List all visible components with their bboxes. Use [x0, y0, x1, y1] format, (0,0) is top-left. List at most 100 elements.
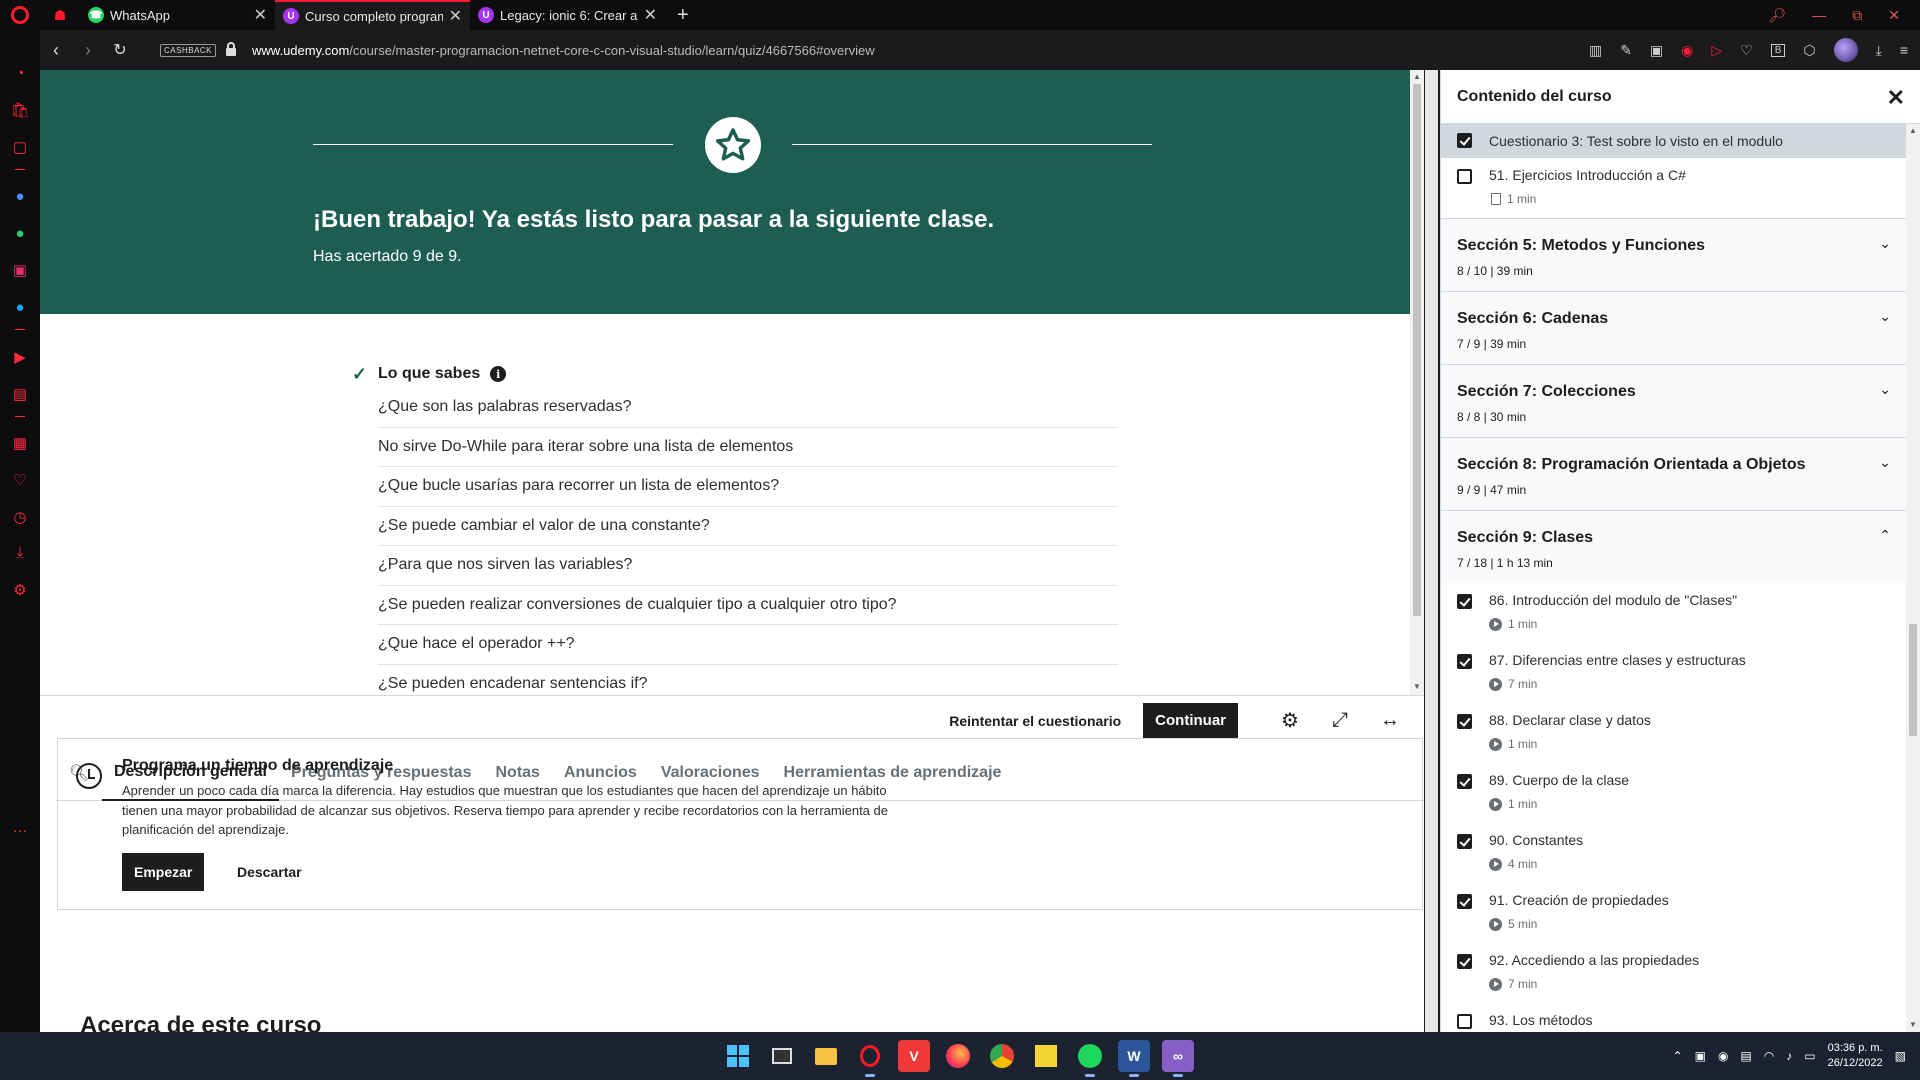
- chevron-down-icon[interactable]: ⌄: [1879, 381, 1891, 398]
- chevron-down-icon[interactable]: ⌄: [1879, 308, 1891, 325]
- easy-setup-icon[interactable]: ≡: [1900, 42, 1908, 58]
- dismiss-button[interactable]: Descartar: [237, 853, 302, 891]
- quiz-scrollbar[interactable]: ▲ ▼: [1410, 70, 1424, 695]
- start-button[interactable]: [722, 1040, 754, 1072]
- question-item[interactable]: ¿Que bucle usarías para recorrer un list…: [378, 467, 1118, 507]
- completion-checkbox[interactable]: [1457, 774, 1472, 789]
- close-tab-icon[interactable]: ✕: [644, 5, 657, 25]
- extension-icon[interactable]: B: [1770, 43, 1786, 57]
- instagram-icon[interactable]: ▣: [11, 261, 29, 279]
- reload-button[interactable]: ↻: [104, 40, 136, 60]
- scroll-down-icon[interactable]: ▼: [1413, 682, 1421, 691]
- sticky-notes-icon[interactable]: [1030, 1040, 1062, 1072]
- lock-icon[interactable]: [226, 42, 237, 56]
- cashback-badge[interactable]: CASHBACK: [160, 43, 217, 57]
- show-hidden-icons-icon[interactable]: ⌃: [1673, 1049, 1683, 1063]
- lecture-item[interactable]: 88. Declarar clase y datos 1 min: [1441, 703, 1907, 763]
- volume-icon[interactable]: ♪: [1786, 1049, 1792, 1063]
- close-icon[interactable]: ✕: [1887, 85, 1905, 111]
- word-icon[interactable]: W: [1118, 1040, 1150, 1077]
- bookmarks-heart-icon[interactable]: ♡: [11, 471, 29, 489]
- twitch-icon[interactable]: ▢: [11, 138, 29, 156]
- page-scrollbar[interactable]: [1425, 70, 1438, 1032]
- task-view-icon[interactable]: [766, 1040, 798, 1072]
- fullscreen-icon[interactable]: ⤢: [1326, 707, 1354, 735]
- scroll-up-icon[interactable]: ▲: [1413, 72, 1421, 81]
- lecture-item[interactable]: 51. Ejercicios Introducción a C# 1 min: [1441, 158, 1907, 218]
- profile-avatar[interactable]: [1833, 38, 1858, 62]
- completion-checkbox[interactable]: [1457, 594, 1472, 609]
- info-icon[interactable]: i: [490, 366, 507, 382]
- lecture-item[interactable]: 87. Diferencias entre clases y estructur…: [1441, 643, 1907, 703]
- chevron-down-icon[interactable]: ⌄: [1879, 235, 1891, 252]
- question-item[interactable]: ¿Se puede cambiar el valor de una consta…: [378, 507, 1118, 546]
- tray-app-icon[interactable]: ▣: [1695, 1049, 1706, 1063]
- section-header[interactable]: Sección 5: Metodos y Funciones 8 / 10 | …: [1441, 218, 1907, 291]
- downloads-icon[interactable]: ⤓: [1876, 42, 1882, 59]
- section-header[interactable]: Sección 8: Programación Orientada a Obje…: [1441, 437, 1907, 510]
- close-tab-icon[interactable]: ✕: [254, 5, 267, 25]
- lecture-item[interactable]: 92. Accediendo a las propiedades 7 min: [1441, 943, 1907, 1003]
- notifications-icon[interactable]: ▧: [1895, 1049, 1906, 1063]
- search-tabs-icon[interactable]: 🔎︎: [1768, 7, 1786, 24]
- forward-button[interactable]: ›: [72, 40, 104, 61]
- adblock-icon[interactable]: ◉: [1681, 42, 1693, 59]
- back-button[interactable]: ‹: [40, 40, 72, 61]
- continue-button[interactable]: Continuar: [1143, 702, 1238, 739]
- completion-checkbox[interactable]: [1457, 954, 1472, 969]
- lecture-item[interactable]: 89. Cuerpo de la clase 1 min: [1441, 763, 1907, 823]
- opera-taskbar-icon[interactable]: [854, 1040, 886, 1077]
- messenger-icon[interactable]: ●: [11, 187, 29, 205]
- lecture-item[interactable]: 90. Constantes 4 min: [1441, 823, 1907, 883]
- question-item[interactable]: No sirve Do-While para iterar sobre una …: [378, 428, 1118, 467]
- question-item[interactable]: ¿Que hace el operador ++?: [378, 625, 1118, 665]
- bookmark-heart-icon[interactable]: ♡: [1740, 42, 1753, 59]
- completion-checkbox[interactable]: [1457, 894, 1472, 909]
- course-panel-scrollbar[interactable]: ▲ ▼: [1906, 124, 1920, 1032]
- retry-quiz-button[interactable]: Reintentar el cuestionario: [949, 713, 1121, 729]
- expand-width-icon[interactable]: ↔: [1376, 707, 1404, 735]
- minimize-button[interactable]: —: [1812, 7, 1826, 23]
- file-explorer-icon[interactable]: [810, 1040, 842, 1072]
- settings-icon[interactable]: ⚙: [11, 581, 29, 599]
- reader-view-icon[interactable]: ▥: [1589, 42, 1602, 59]
- completion-checkbox[interactable]: [1457, 654, 1472, 669]
- scrollbar-thumb[interactable]: [1909, 624, 1917, 736]
- workspaces-grid-icon[interactable]: ▦: [11, 434, 29, 452]
- edit-icon[interactable]: ✎: [1620, 42, 1632, 59]
- tab-udemy-legacy[interactable]: U Legacy: ionic 6: Crear aplica ✕: [470, 0, 665, 30]
- visual-studio-icon[interactable]: ∞: [1162, 1040, 1194, 1077]
- opera-menu-button[interactable]: [0, 0, 40, 30]
- scrollbar-thumb[interactable]: [1413, 84, 1421, 616]
- player-icon[interactable]: ▶: [11, 348, 29, 366]
- vivaldi-icon[interactable]: V: [898, 1040, 930, 1072]
- question-item[interactable]: ¿Se pueden realizar conversiones de cual…: [378, 586, 1118, 625]
- downloads-sidebar-icon[interactable]: ⤓: [11, 543, 29, 561]
- whatsapp-sidebar-icon[interactable]: ●: [11, 224, 29, 242]
- start-button[interactable]: Empezar: [122, 853, 205, 891]
- section-header[interactable]: Sección 9: Clases 7 / 18 | 1 h 13 min ⌃: [1441, 510, 1907, 583]
- settings-gear-icon[interactable]: ⚙: [1276, 707, 1304, 735]
- restore-button[interactable]: ⧉: [1852, 7, 1862, 24]
- tab-udemy-course[interactable]: U Curso completo programa ✕: [275, 0, 470, 30]
- more-options-icon[interactable]: …: [11, 818, 29, 836]
- completion-checkbox[interactable]: [1457, 133, 1472, 148]
- twitter-icon[interactable]: ●: [11, 298, 29, 316]
- completion-checkbox[interactable]: [1457, 834, 1472, 849]
- question-item[interactable]: ¿Se pueden encadenar sentencias if?: [378, 665, 1118, 696]
- speed-dial-icon[interactable]: ◔: [11, 64, 29, 82]
- clock[interactable]: 03:36 p. m. 26/12/2022: [1828, 1041, 1883, 1071]
- spotify-icon[interactable]: [1074, 1040, 1106, 1077]
- completion-checkbox[interactable]: [1457, 169, 1472, 184]
- extensions-cube-icon[interactable]: ⬡: [1803, 42, 1815, 59]
- close-tab-icon[interactable]: ✕: [449, 6, 462, 26]
- completion-checkbox[interactable]: [1457, 1014, 1472, 1029]
- chevron-down-icon[interactable]: ⌄: [1879, 454, 1891, 471]
- shopping-icon[interactable]: 🛍︎: [10, 101, 29, 119]
- battery-icon[interactable]: ▭: [1804, 1049, 1815, 1063]
- tab-whatsapp[interactable]: ☎ WhatsApp ✕: [80, 0, 275, 30]
- url-field[interactable]: www.udemy.com/course/master-programacion…: [252, 43, 875, 58]
- question-item[interactable]: ¿Que son las palabras reservadas?: [378, 388, 1118, 428]
- question-item[interactable]: ¿Para que nos sirven las variables?: [378, 546, 1118, 586]
- workspaces-icon[interactable]: ☗: [40, 7, 80, 24]
